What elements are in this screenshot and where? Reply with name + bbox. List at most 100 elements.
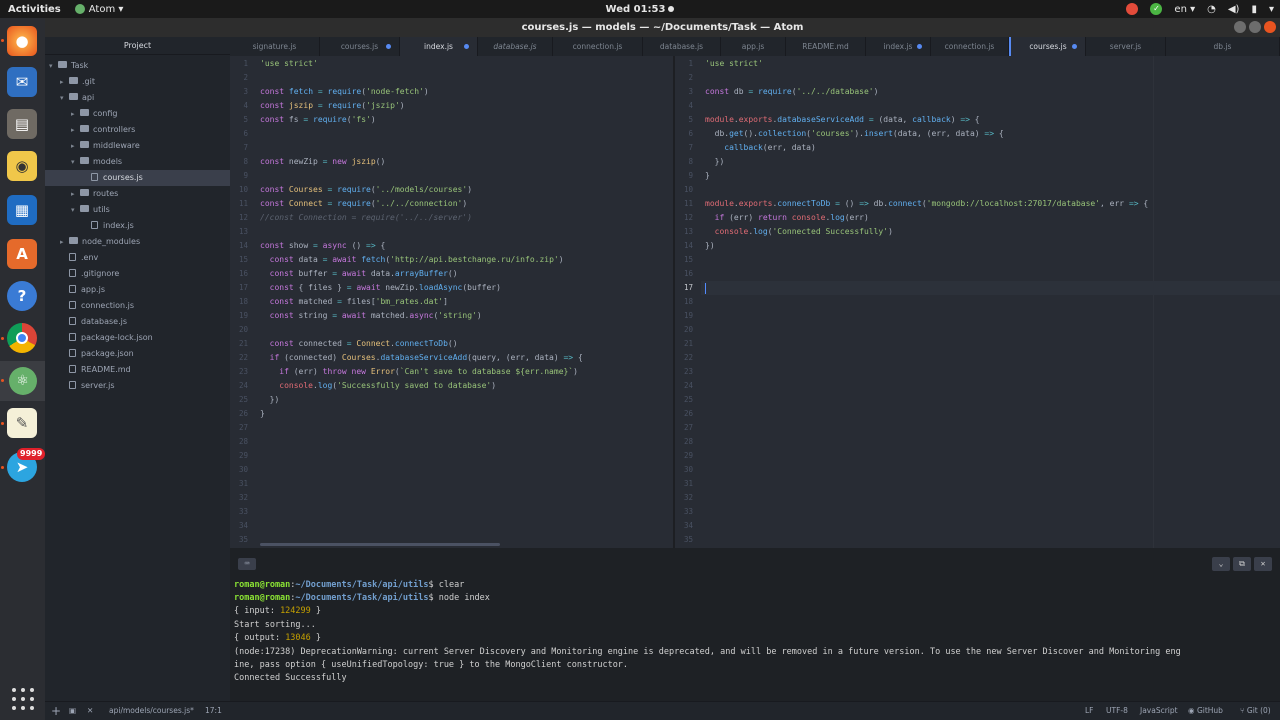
app-menu[interactable]: Atom ▾	[74, 3, 123, 15]
output-label: { output:	[234, 633, 286, 643]
tab[interactable]: index.js	[866, 37, 931, 56]
tree-folder[interactable]: ▾ Task	[45, 58, 230, 74]
tree-item-label: controllers	[93, 125, 136, 134]
line-ending[interactable]: LF	[1085, 702, 1094, 720]
folder-icon	[69, 77, 78, 84]
language-indicator[interactable]: en ▾	[1174, 4, 1195, 15]
thunderbird-icon[interactable]: ✉	[7, 67, 37, 97]
tree-folder[interactable]: ▾ models	[45, 154, 230, 170]
tree-item-label: routes	[93, 189, 119, 198]
tree-folder[interactable]: ▸ .git	[45, 74, 230, 90]
telegram-icon[interactable]: ➤ 9999	[7, 448, 46, 482]
tree-folder[interactable]: ▸ routes	[45, 186, 230, 202]
tree-folder[interactable]: ▸ node_modules	[45, 234, 230, 250]
code-line: })	[260, 395, 280, 404]
rhythmbox-icon[interactable]: ◉	[7, 151, 37, 181]
maximize-icon[interactable]	[1249, 21, 1261, 33]
tab-label: README.md	[802, 42, 849, 51]
tree-file[interactable]: package.json	[45, 346, 230, 362]
tab[interactable]: signature.js	[230, 37, 320, 56]
tree-file[interactable]: app.js	[45, 282, 230, 298]
software-center-icon[interactable]: A	[7, 239, 37, 269]
minimize-icon[interactable]	[1234, 21, 1246, 33]
tab[interactable]: courses.js	[320, 37, 400, 56]
system-menu-chevron-icon[interactable]: ▾	[1269, 4, 1274, 15]
tree-file[interactable]: courses.js	[45, 170, 230, 186]
tree-file[interactable]: connection.js	[45, 298, 230, 314]
terminal-panel[interactable]: ⌨ ⌄ ⧉ ✕ roman@roman:~/Documents/Task/api…	[230, 548, 1280, 701]
terminal-line: Start sorting...	[234, 620, 316, 630]
tab[interactable]: database.js	[643, 37, 721, 56]
cursor-line-highlight	[701, 281, 1280, 295]
tree-file[interactable]: README.md	[45, 362, 230, 378]
activities-button[interactable]: Activities	[8, 4, 61, 15]
code-line: module.exports.connectToDb = () => db.co…	[705, 199, 1149, 208]
tree-folder[interactable]: ▸ controllers	[45, 122, 230, 138]
folder-icon	[80, 205, 89, 212]
terminal-user: roman@roman	[234, 580, 291, 590]
git-button[interactable]: ⑂ Git (0)	[1240, 702, 1271, 720]
volume-icon[interactable]: ◀)	[1228, 4, 1240, 15]
line-number: 14	[238, 241, 248, 250]
clock[interactable]: Wed 01:53	[606, 4, 666, 15]
check-tray-icon[interactable]: ✓	[1150, 3, 1163, 15]
tab[interactable]: connection.js	[553, 37, 643, 56]
modified-dot-icon	[917, 44, 922, 49]
tree-folder[interactable]: ▾ utils	[45, 202, 230, 218]
encoding[interactable]: UTF-8	[1106, 702, 1128, 720]
cursor-position[interactable]: 17:1	[205, 702, 222, 720]
terminal-line: ine, pass option { useUnifiedTopology: t…	[234, 660, 629, 670]
tab[interactable]: courses.js	[1009, 37, 1086, 56]
atom-icon[interactable]: ⚛	[0, 361, 45, 401]
tab[interactable]: server.js	[1086, 37, 1166, 56]
close-terminal-icon[interactable]: ✕	[87, 702, 93, 720]
tree-folder[interactable]: ▸ middleware	[45, 138, 230, 154]
line-number: 17	[238, 283, 248, 292]
close-icon[interactable]	[1264, 21, 1276, 33]
grammar[interactable]: JavaScript	[1140, 702, 1178, 720]
tab[interactable]: index.js	[400, 37, 478, 56]
add-terminal-icon[interactable]: +	[51, 702, 61, 720]
tree-file[interactable]: .gitignore	[45, 266, 230, 282]
writer-icon[interactable]: ▦	[7, 195, 37, 225]
tab[interactable]: README.md	[786, 37, 866, 56]
show-applications-icon[interactable]	[12, 688, 34, 710]
tree-file[interactable]: index.js	[45, 218, 230, 234]
tab[interactable]: connection.js	[931, 37, 1009, 56]
line-number: 8	[688, 157, 693, 166]
chevron-down-icon[interactable]: ⌄	[1212, 557, 1230, 571]
files-icon[interactable]: ▤	[7, 109, 37, 139]
tab[interactable]: db.js	[1166, 37, 1280, 56]
editor-pane-right[interactable]: 1 2 3 4 5 6 7 8 9 10 11 12 13 14 15 16 17 18 19 20 21 22 23 24 2…	[675, 56, 1280, 548]
terminal-line: roman@roman:~/Documents/Task/api/utils$ …	[234, 580, 465, 590]
file-path[interactable]: api/models/courses.js*	[109, 702, 194, 720]
battery-icon[interactable]: ▮	[1251, 4, 1257, 15]
maximize-panel-icon[interactable]: ⧉	[1233, 557, 1251, 571]
editor-pane-left[interactable]: 1 2 3 4 5 6 7 8 9 10 11 12 13 14 15 16 17 18 19 20 21 22 23 24 2…	[230, 56, 673, 548]
tree-file[interactable]: database.js	[45, 314, 230, 330]
window-title-bar[interactable]: courses.js — models — ~/Documents/Task —…	[45, 18, 1280, 37]
tree-file[interactable]: package-lock.json	[45, 330, 230, 346]
line-number: 17	[683, 283, 693, 292]
text-editor-icon[interactable]: ✎	[7, 408, 37, 438]
tab[interactable]: app.js	[721, 37, 786, 56]
tree-file[interactable]: .env	[45, 250, 230, 266]
horizontal-scrollbar[interactable]	[260, 543, 500, 546]
chrome-icon[interactable]	[7, 323, 37, 353]
tab[interactable]: database.js	[478, 37, 553, 56]
wifi-icon[interactable]: ◔	[1207, 4, 1216, 15]
terminal-toggle-icon[interactable]: ▣	[69, 702, 76, 720]
running-indicator	[1, 466, 4, 469]
chrome-tray-icon[interactable]	[1126, 3, 1139, 15]
firefox-icon[interactable]: ●	[7, 26, 37, 56]
tree-folder[interactable]: ▾ api	[45, 90, 230, 106]
tree-item-label: package.json	[81, 349, 134, 358]
close-icon[interactable]: ✕	[1254, 557, 1272, 571]
tree-folder[interactable]: ▸ config	[45, 106, 230, 122]
tree-file[interactable]: server.js	[45, 378, 230, 394]
github-button[interactable]: ◉ GitHub	[1188, 702, 1223, 720]
folder-icon	[69, 93, 78, 100]
keyboard-icon[interactable]: ⌨	[238, 558, 256, 570]
help-icon[interactable]: ?	[7, 281, 37, 311]
modified-dot-icon	[1072, 44, 1077, 49]
